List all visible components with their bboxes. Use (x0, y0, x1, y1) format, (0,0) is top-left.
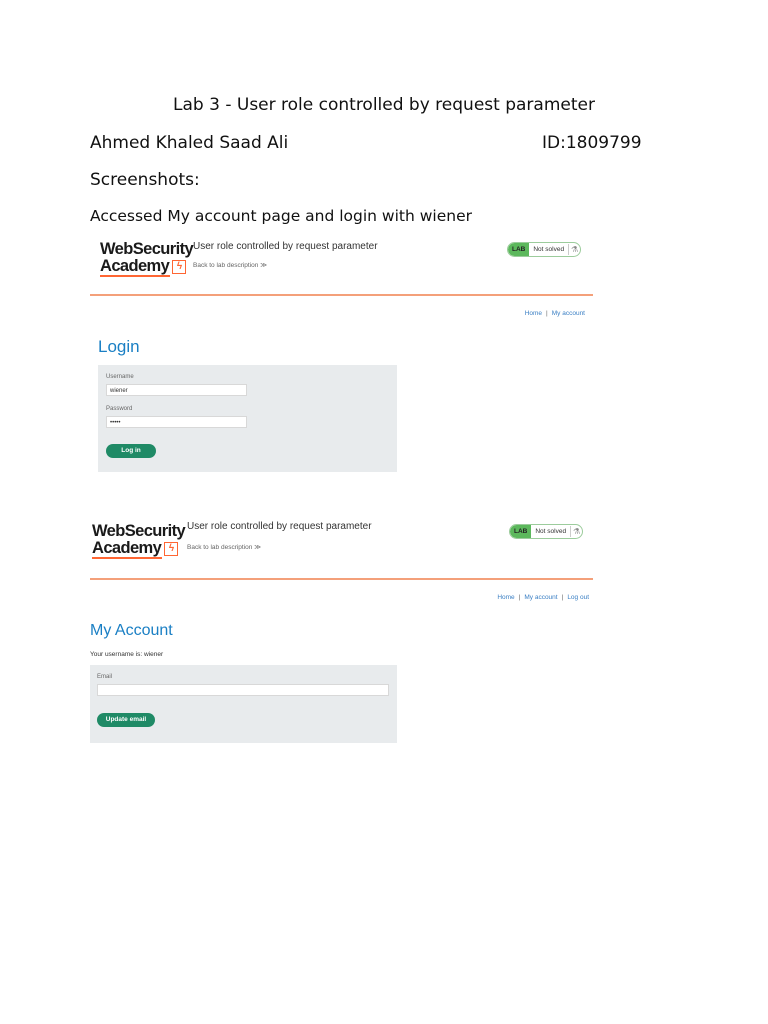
nav-home-link[interactable]: Home (497, 594, 514, 601)
screenshots-heading: Screenshots: (90, 170, 200, 190)
username-label: Username (106, 374, 134, 380)
student-id: ID:1809799 (542, 133, 642, 153)
flask-icon: ⚗ (570, 526, 582, 537)
back-to-lab-description-link[interactable]: Back to lab description ≫ (187, 543, 261, 551)
logo-bolt-icon: ϟ (164, 541, 179, 556)
nav-my-account-link[interactable]: My account (524, 594, 557, 601)
lab-status-widget: LAB Not solved ⚗ (509, 524, 584, 539)
password-label: Password (106, 406, 133, 412)
nav-separator: | (518, 594, 521, 601)
username-input[interactable]: wiener (106, 384, 247, 396)
screenshot-caption: Accessed My account page and login with … (90, 207, 472, 225)
log-in-button[interactable]: Log in (106, 444, 156, 458)
websecurity-academy-logo[interactable]: WebSecurity Academy ϟ (100, 240, 194, 277)
logo-bolt-icon: ϟ (172, 259, 187, 274)
email-label: Email (97, 674, 113, 680)
lab-status-text: Not solved (535, 528, 567, 535)
nav-separator: | (561, 594, 564, 601)
logo-underline (100, 275, 170, 277)
login-form: Username wiener Password ••••• Log in (98, 365, 397, 472)
logo-line1: WebSecurity (100, 240, 194, 258)
screenshot-login-page: WebSecurity Academy ϟ User role controll… (90, 236, 593, 476)
page-title: My Account (90, 622, 173, 639)
username-display: Your username is: wiener (90, 651, 164, 658)
screenshot-my-account-page: WebSecurity Academy ϟ User role controll… (90, 518, 593, 746)
nav-log-out-link[interactable]: Log out (567, 594, 589, 601)
logo-line1: WebSecurity (92, 522, 186, 540)
lab-badge: LAB (510, 525, 532, 538)
author-name: Ahmed Khaled Saad Ali (90, 133, 289, 153)
top-nav: Home | My account | Log out (497, 594, 589, 601)
lab-status-text: Not solved (533, 246, 565, 253)
back-to-lab-description-link[interactable]: Back to lab description ≫ (193, 261, 267, 269)
flask-icon: ⚗ (568, 244, 580, 255)
lab-title: User role controlled by request paramete… (187, 521, 372, 532)
update-email-form: Email Update email (90, 665, 397, 743)
nav-home-link[interactable]: Home (525, 310, 542, 317)
page-title: Login (98, 337, 140, 356)
update-email-button[interactable]: Update email (97, 713, 155, 727)
nav-my-account-link[interactable]: My account (552, 310, 585, 317)
header-divider (90, 578, 593, 580)
lab-status-widget: LAB Not solved ⚗ (507, 242, 582, 257)
logo-line2: Academy (100, 257, 170, 275)
logo-line2: Academy (92, 539, 162, 557)
lab-badge: LAB (508, 243, 530, 256)
password-input[interactable]: ••••• (106, 416, 247, 428)
document-title: Lab 3 - User role controlled by request … (173, 95, 595, 115)
nav-separator: | (546, 310, 548, 317)
email-input[interactable] (97, 684, 389, 696)
header-divider (90, 294, 593, 296)
websecurity-academy-logo[interactable]: WebSecurity Academy ϟ (92, 522, 186, 559)
top-nav: Home | My account (525, 310, 585, 317)
lab-title: User role controlled by request paramete… (193, 241, 378, 252)
logo-underline (92, 557, 162, 559)
